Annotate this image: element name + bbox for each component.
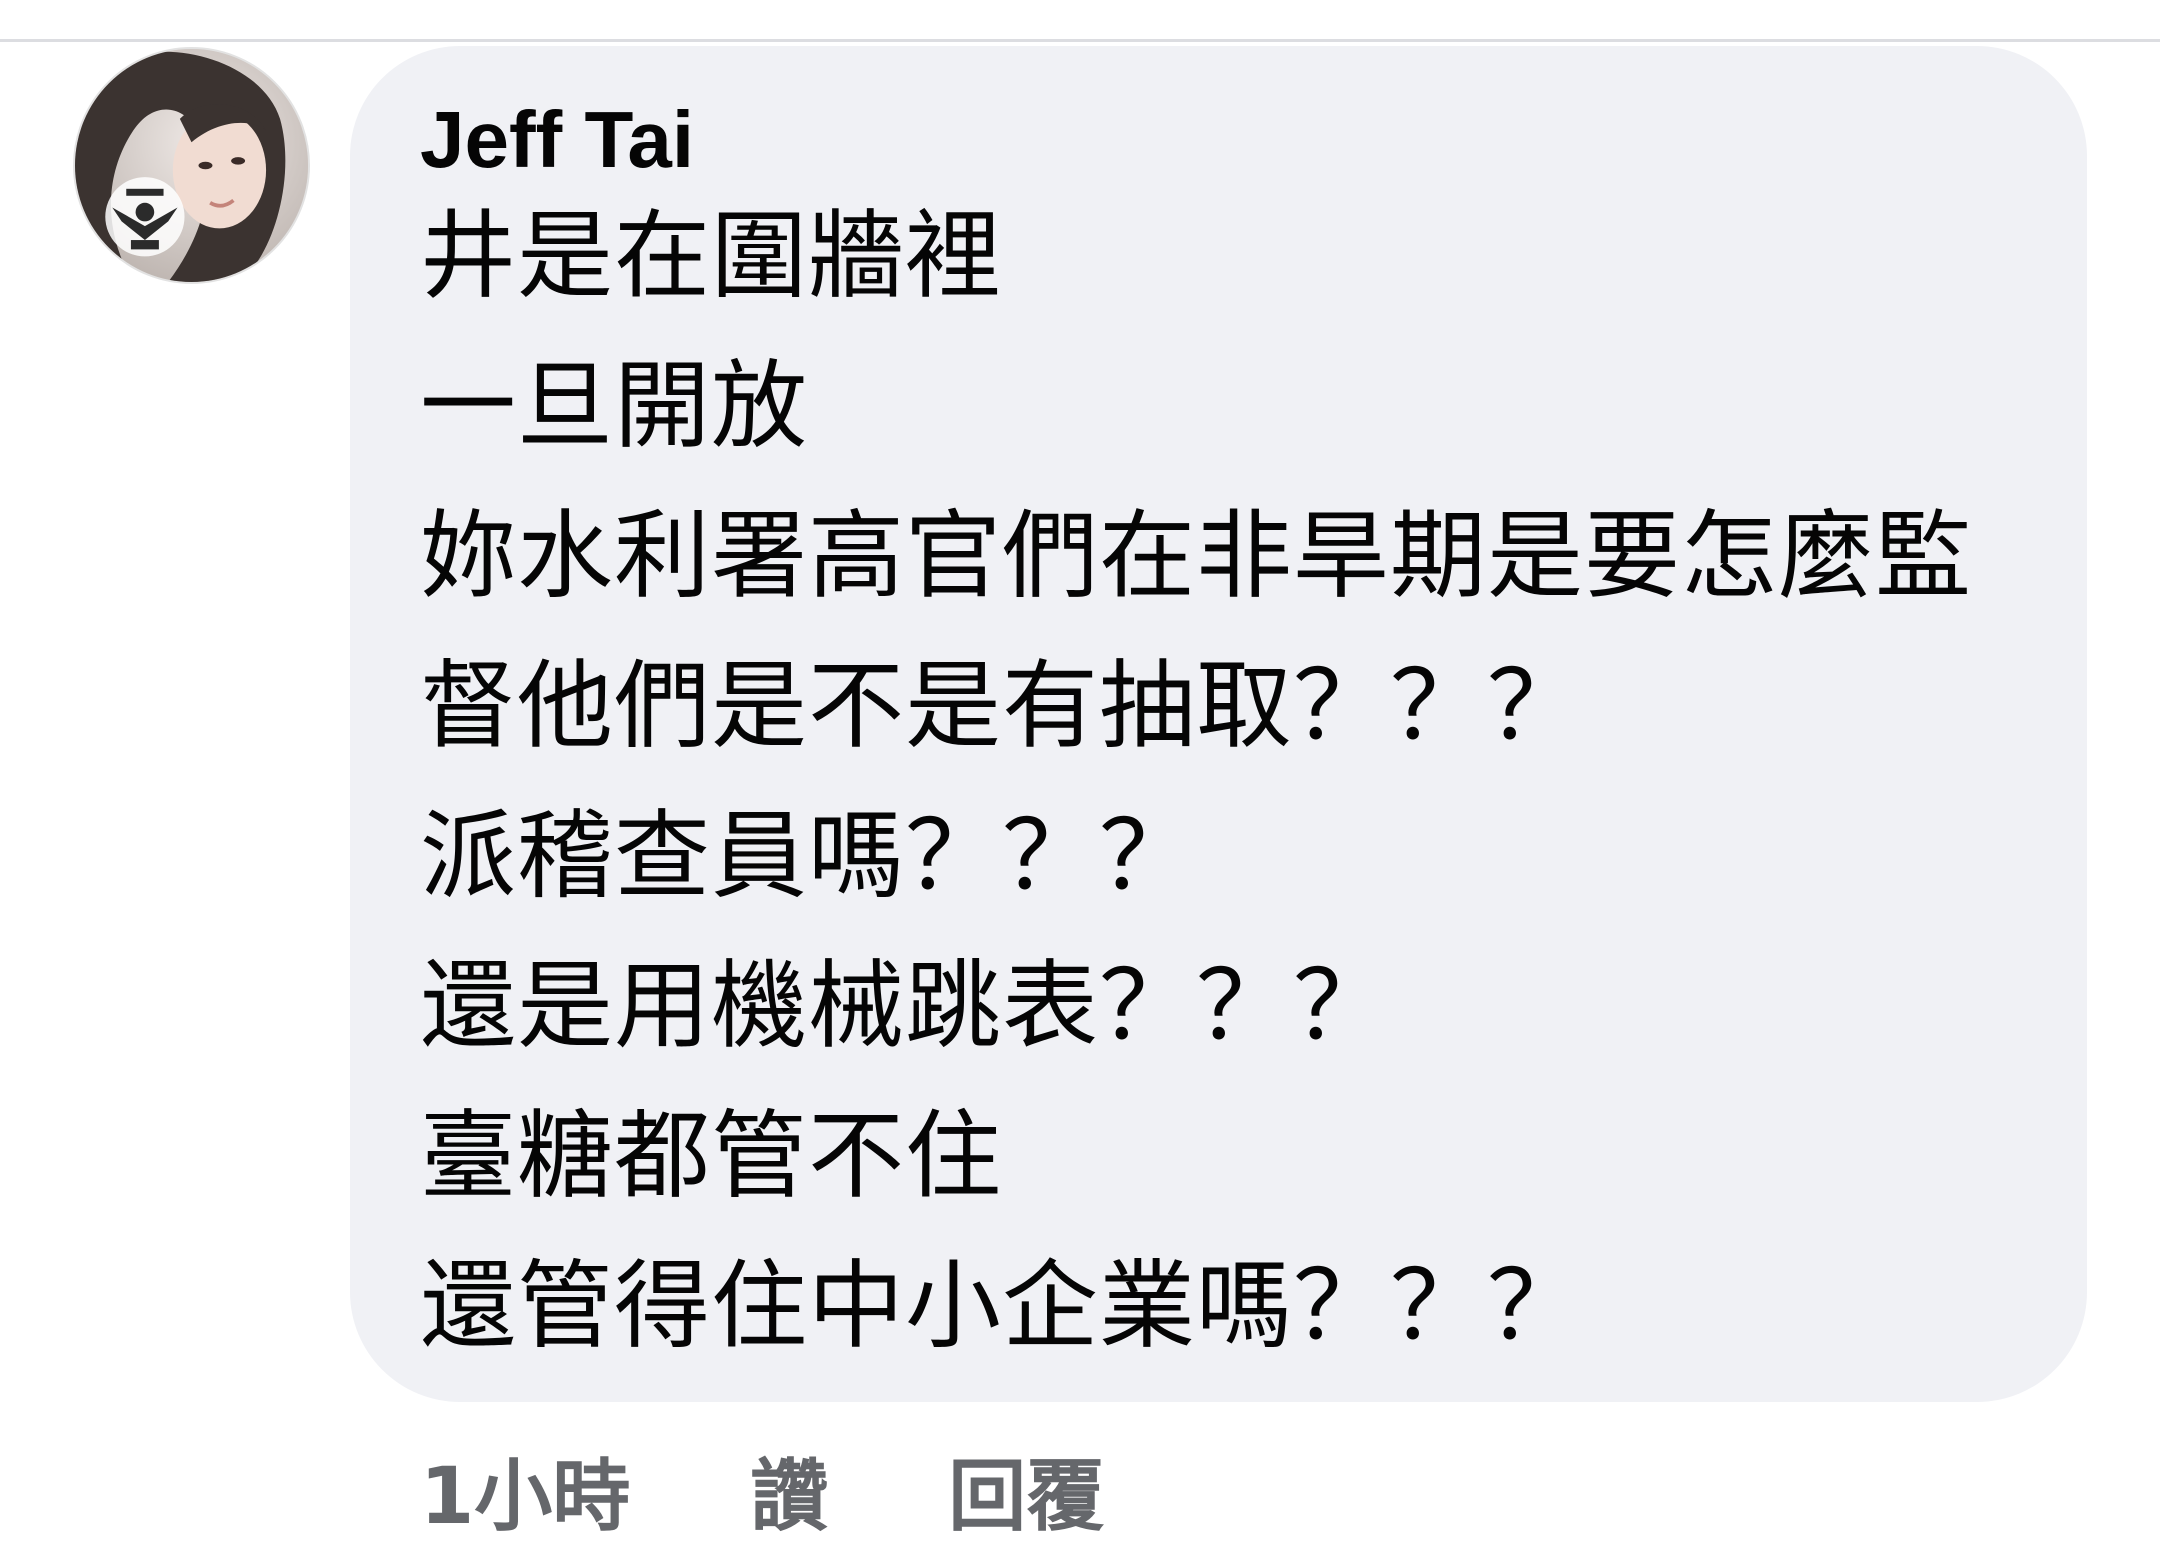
comment-line: 一旦開放	[420, 350, 808, 462]
reply-button[interactable]: 回覆	[948, 1434, 1104, 1546]
comment-timestamp[interactable]: 1小時	[420, 1434, 630, 1546]
like-button[interactable]: 讚	[750, 1434, 828, 1546]
author-avatar[interactable]	[73, 47, 310, 284]
comment-text: 井是在圍牆裡 一旦開放 妳水利署高官們在非旱期是要怎麼監 督他們是不是有抽取？？…	[420, 200, 2060, 1400]
comment-line: 井是在圍牆裡	[420, 200, 1002, 312]
divider	[0, 39, 2160, 42]
comment-line: 督他們是不是有抽取？？？	[420, 650, 1584, 762]
comment-author-name[interactable]: Jeff Tai	[420, 92, 694, 188]
comment-line: 臺糖都管不住	[420, 1100, 1002, 1212]
comment-line: 派稽查員嗎？？？	[420, 800, 1196, 912]
comment-actions: 1小時 讚 回覆	[420, 1440, 1224, 1542]
comment-line: 妳水利署高官們在非旱期是要怎麼監	[420, 500, 1972, 612]
comment-line: 還管得住中小企業嗎？？？	[420, 1250, 1584, 1362]
user-avatar-photo-icon	[75, 49, 308, 282]
comment-line: 還是用機械跳表？？？	[420, 950, 1390, 1062]
comment-screen: Jeff Tai 井是在圍牆裡 一旦開放 妳水利署高官們在非旱期是要怎麼監 督他…	[0, 0, 2160, 1553]
